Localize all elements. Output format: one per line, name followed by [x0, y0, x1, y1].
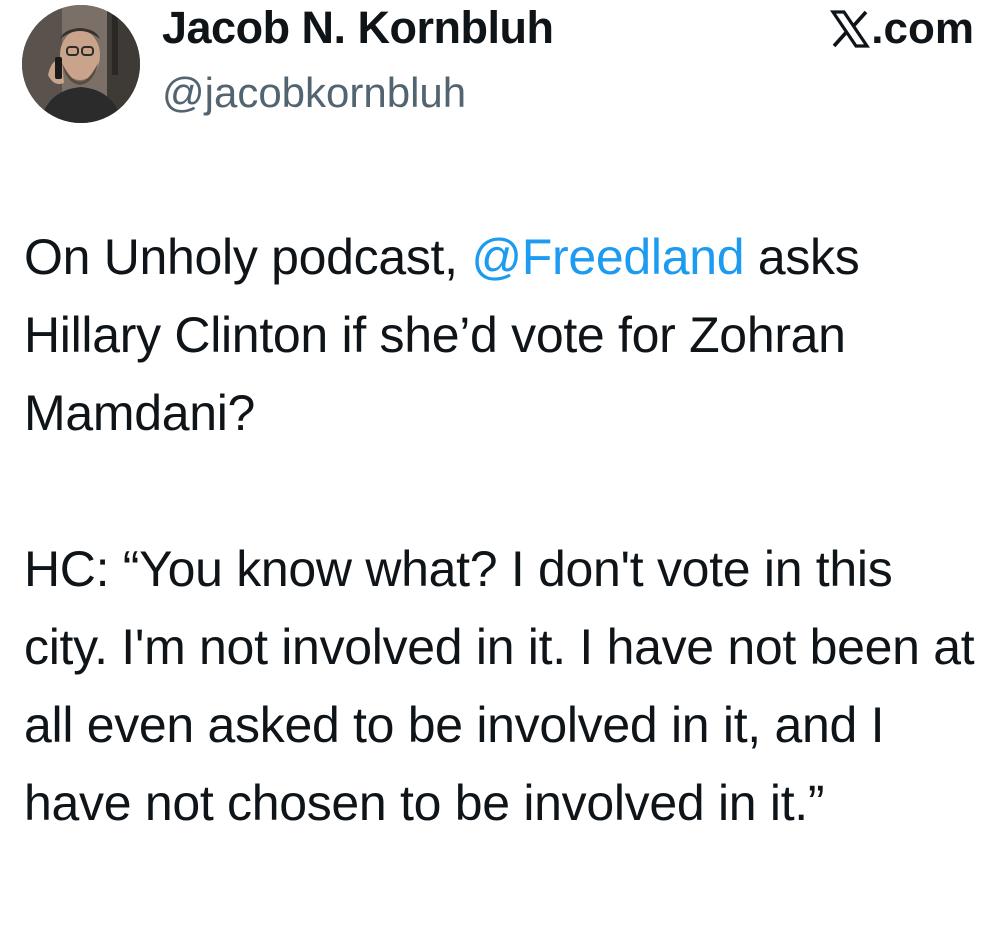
author-display-name[interactable]: Jacob N. Kornbluh [162, 2, 554, 54]
avatar-photo [22, 5, 140, 123]
tweet-paragraph-1: On Unholy podcast, @Freedland asks Hilla… [24, 218, 979, 452]
brand-suffix: .com [871, 4, 974, 53]
tweet-body: On Unholy podcast, @Freedland asks Hilla… [24, 218, 979, 842]
brand-label: .com [830, 4, 974, 54]
tweet-header: Jacob N. Kornbluh @jacobkornbluh .com [22, 0, 982, 130]
mention-link[interactable]: @Freedland [471, 229, 744, 285]
tweet-paragraph-2: HC: “You know what? I don't vote in this… [24, 541, 975, 831]
x-logo-icon [830, 9, 871, 49]
author-handle[interactable]: @jacobkornbluh [162, 68, 466, 118]
tweet-text: On Unholy podcast, [24, 229, 472, 285]
avatar[interactable] [22, 5, 140, 123]
